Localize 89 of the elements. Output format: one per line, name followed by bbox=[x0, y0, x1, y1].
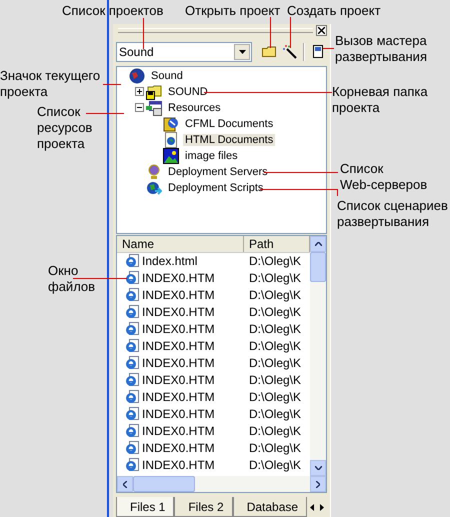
file-path: D:\Oleg\K bbox=[249, 288, 302, 302]
file-path: D:\Oleg\K bbox=[249, 305, 302, 320]
scrollbar-thumb[interactable] bbox=[310, 252, 326, 282]
tree-item[interactable]: CFML Documents bbox=[183, 118, 276, 130]
expander-icon[interactable] bbox=[135, 87, 144, 96]
left-arrow-icon bbox=[310, 504, 314, 511]
file-path: D:\Oleg\K bbox=[249, 424, 302, 438]
leader-line bbox=[290, 17, 291, 48]
file-name[interactable]: INDEX0.HTM bbox=[142, 271, 215, 286]
folder-icon bbox=[262, 46, 276, 58]
browser-file-icon bbox=[125, 288, 139, 302]
leader-line bbox=[270, 17, 271, 48]
browser-file-icon bbox=[125, 271, 139, 286]
file-name[interactable]: INDEX0.HTM bbox=[142, 458, 215, 472]
caret-icon bbox=[238, 50, 246, 54]
browser-file-icon bbox=[125, 407, 139, 422]
callout-label: Открыть проект bbox=[185, 3, 280, 19]
column-header[interactable]: Name bbox=[117, 236, 244, 252]
close-icon bbox=[318, 27, 325, 34]
browser-file-icon bbox=[125, 458, 139, 472]
browser-file-icon bbox=[125, 305, 139, 320]
callout-label: Список проектов bbox=[62, 3, 164, 19]
tree-item[interactable]: image files bbox=[183, 150, 240, 162]
file-name[interactable]: INDEX0.HTM bbox=[142, 373, 215, 388]
file-path: D:\Oleg\K bbox=[249, 254, 302, 268]
tab[interactable]: Files 1 bbox=[116, 497, 174, 517]
leader-line bbox=[143, 18, 144, 49]
callout-label: Окно файлов bbox=[48, 263, 96, 295]
file-name[interactable]: INDEX0.HTM bbox=[142, 390, 215, 404]
browser-file-icon bbox=[125, 356, 139, 370]
callout-label: Список Web-серверов bbox=[340, 161, 428, 193]
file-name[interactable]: INDEX0.HTM bbox=[142, 424, 215, 438]
file-name[interactable]: INDEX0.HTM bbox=[142, 339, 215, 354]
leader-line bbox=[73, 278, 127, 279]
browser-file-icon bbox=[125, 254, 139, 268]
file-name[interactable]: INDEX0.HTM bbox=[142, 407, 215, 422]
document-globe-icon bbox=[163, 116, 179, 132]
right-arrow-icon bbox=[320, 504, 324, 511]
file-name[interactable]: INDEX0.HTM bbox=[142, 441, 215, 456]
file-path: D:\Oleg\K bbox=[249, 271, 302, 286]
tab[interactable]: Files 2 bbox=[174, 497, 233, 517]
callout-label: Вызов мастера развертывания bbox=[335, 33, 427, 65]
browser-file-icon bbox=[125, 424, 139, 438]
tree-item[interactable]: Resources bbox=[166, 102, 223, 114]
tree-item[interactable]: Deployment Scripts bbox=[166, 182, 266, 194]
server-globe-icon bbox=[146, 164, 162, 180]
leader-line bbox=[323, 48, 334, 49]
file-name[interactable]: INDEX0.HTM bbox=[142, 356, 215, 370]
leader-line bbox=[103, 84, 121, 85]
file-path: D:\Oleg\K bbox=[249, 373, 302, 388]
document-globe-icon bbox=[163, 132, 179, 148]
vertical-scrollbar[interactable] bbox=[310, 236, 326, 476]
file-name[interactable]: Index.html bbox=[142, 254, 198, 268]
magic-wand-icon bbox=[282, 44, 297, 59]
file-name[interactable]: INDEX0.HTM bbox=[142, 288, 215, 302]
callout-label: Список сценариев развертывания bbox=[337, 198, 448, 230]
leader-line bbox=[86, 113, 124, 114]
callout-label: Создать проект bbox=[287, 3, 381, 19]
callout-label: Значок текущего проекта bbox=[0, 68, 100, 100]
file-name[interactable]: INDEX0.HTM bbox=[142, 305, 215, 320]
file-path: D:\Oleg\K bbox=[249, 390, 302, 404]
project-dropdown[interactable]: Sound bbox=[116, 42, 252, 62]
close-button[interactable] bbox=[316, 25, 327, 36]
tree-item[interactable]: Deployment Servers bbox=[166, 166, 270, 178]
file-path: D:\Oleg\K bbox=[249, 339, 302, 354]
file-path: D:\Oleg\K bbox=[249, 458, 302, 472]
image-icon bbox=[163, 148, 179, 164]
resources-icon bbox=[146, 100, 162, 116]
tree-item[interactable]: Sound bbox=[149, 70, 185, 82]
tab[interactable]: Database bbox=[232, 497, 308, 517]
file-path: D:\Oleg\K bbox=[249, 407, 302, 422]
browser-file-icon bbox=[125, 339, 139, 354]
file-path: D:\Oleg\K bbox=[249, 356, 302, 370]
scrollbar-thumb[interactable] bbox=[133, 476, 195, 492]
globe-icon bbox=[129, 68, 145, 84]
callout-label: Корневая папка проекта bbox=[332, 84, 428, 116]
browser-file-icon bbox=[125, 373, 139, 388]
callout-label: Список ресурсов проекта bbox=[37, 104, 92, 152]
folder-disk-icon bbox=[146, 84, 162, 100]
expander-icon[interactable] bbox=[135, 103, 144, 112]
horizontal-scrollbar[interactable] bbox=[116, 476, 327, 494]
file-path: D:\Oleg\K bbox=[249, 322, 302, 336]
tree-item[interactable]: HTML Documents bbox=[183, 134, 276, 146]
browser-file-icon bbox=[125, 322, 139, 336]
file-name[interactable]: INDEX0.HTM bbox=[142, 322, 215, 336]
browser-file-icon bbox=[125, 441, 139, 456]
tree-item[interactable]: SOUND bbox=[166, 86, 210, 98]
browser-file-icon bbox=[125, 390, 139, 404]
file-path: D:\Oleg\K bbox=[249, 441, 302, 456]
